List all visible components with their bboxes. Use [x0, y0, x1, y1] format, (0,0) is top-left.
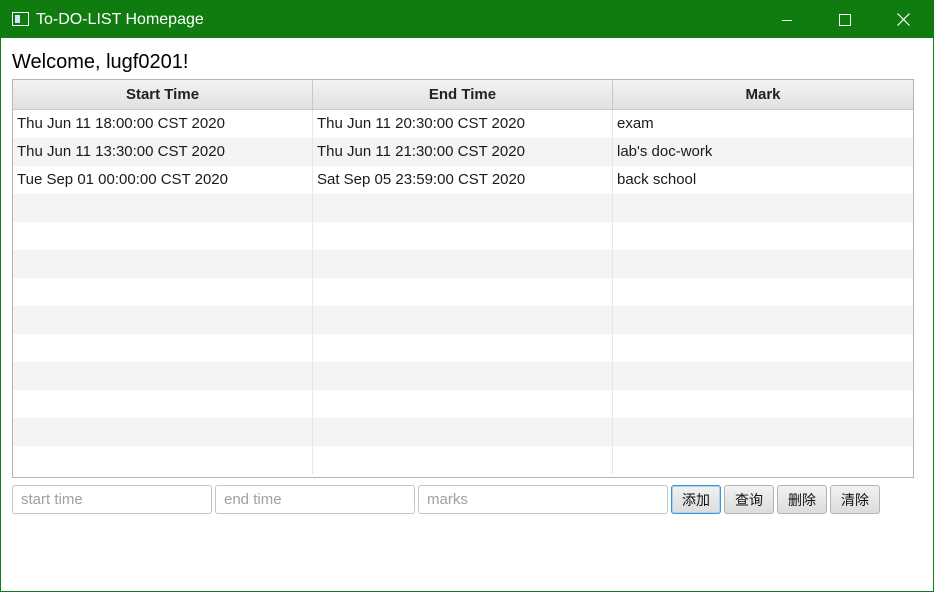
cell-mark: back school	[617, 171, 697, 188]
table-cell-empty	[313, 446, 613, 474]
minimize-icon	[782, 19, 792, 21]
start-time-input[interactable]	[12, 485, 212, 514]
table-row-empty[interactable]	[13, 194, 913, 222]
table-body: Thu Jun 11 18:00:00 CST 2020 Thu Jun 11 …	[13, 110, 913, 474]
cell-mark: exam	[617, 115, 654, 132]
table-cell-empty	[13, 334, 313, 362]
table-row-empty[interactable]	[13, 278, 913, 306]
table-row[interactable]: Thu Jun 11 18:00:00 CST 2020 Thu Jun 11 …	[13, 110, 913, 138]
table-row-empty[interactable]	[13, 446, 913, 474]
welcome-message: Welcome, lugf0201!	[12, 51, 189, 73]
app-window-icon	[12, 12, 29, 26]
table-cell-empty	[13, 390, 313, 418]
table-cell-empty	[13, 362, 313, 390]
window-title: To-DO-LIST Homepage	[36, 11, 204, 28]
table-cell-empty	[13, 418, 313, 446]
table-row-empty[interactable]	[13, 362, 913, 390]
table-row[interactable]: Thu Jun 11 13:30:00 CST 2020 Thu Jun 11 …	[13, 138, 913, 166]
cell-end-time: Thu Jun 11 20:30:00 CST 2020	[313, 110, 613, 138]
table-cell-empty	[13, 194, 313, 222]
end-time-input[interactable]	[215, 485, 415, 514]
table-cell-empty	[613, 390, 913, 418]
table-row-empty[interactable]	[13, 306, 913, 334]
table-cell-empty	[313, 418, 613, 446]
cell-mark: lab's doc-work	[617, 143, 713, 160]
table-cell-empty	[613, 278, 913, 306]
table-cell-empty	[613, 362, 913, 390]
table-cell-empty	[613, 194, 913, 222]
maximize-icon	[839, 13, 851, 26]
table-cell-empty	[613, 418, 913, 446]
table-row-empty[interactable]	[13, 418, 913, 446]
table-row-empty[interactable]	[13, 222, 913, 250]
query-button[interactable]: 查询	[724, 485, 774, 514]
maximize-button[interactable]	[816, 1, 874, 38]
table-cell-empty	[313, 306, 613, 334]
table-cell-empty	[13, 446, 313, 474]
table-cell-empty	[313, 362, 613, 390]
title-bar[interactable]: To-DO-LIST Homepage	[1, 1, 933, 38]
table-row-empty[interactable]	[13, 334, 913, 362]
column-header-end-time[interactable]: End Time	[313, 80, 613, 109]
cell-start-time: Tue Sep 01 00:00:00 CST 2020	[13, 166, 313, 194]
cell-end-time: Sat Sep 05 23:59:00 CST 2020	[313, 166, 613, 194]
close-button[interactable]	[874, 1, 932, 38]
column-header-start-time[interactable]: Start Time	[13, 80, 313, 109]
cell-start-time: Thu Jun 11 18:00:00 CST 2020	[13, 110, 313, 138]
add-button[interactable]: 添加	[671, 485, 721, 514]
table-row[interactable]: Tue Sep 01 00:00:00 CST 2020 Sat Sep 05 …	[13, 166, 913, 194]
table-cell-empty	[313, 250, 613, 278]
todo-table[interactable]: Start Time End Time Mark Thu Jun 11 18:0…	[12, 79, 914, 478]
table-cell-empty	[613, 222, 913, 250]
app-window: To-DO-LIST Homepage Welcome, lugf0201! S…	[0, 0, 934, 592]
table-cell-empty	[613, 306, 913, 334]
table-cell-empty	[313, 194, 613, 222]
clear-button[interactable]: 清除	[830, 485, 880, 514]
table-row-empty[interactable]	[13, 250, 913, 278]
table-cell-empty	[313, 222, 613, 250]
minimize-button[interactable]	[758, 1, 816, 38]
table-cell-empty	[313, 334, 613, 362]
table-cell-empty	[13, 222, 313, 250]
table-cell-empty	[613, 250, 913, 278]
table-header: Start Time End Time Mark	[13, 80, 913, 110]
table-cell-empty	[313, 278, 613, 306]
delete-button[interactable]: 删除	[777, 485, 827, 514]
cell-start-time: Thu Jun 11 13:30:00 CST 2020	[13, 138, 313, 166]
table-cell-empty	[313, 390, 613, 418]
table-cell-empty	[13, 278, 313, 306]
close-icon	[896, 13, 910, 26]
table-cell-empty	[613, 334, 913, 362]
cell-end-time: Thu Jun 11 21:30:00 CST 2020	[313, 138, 613, 166]
table-cell-empty	[13, 250, 313, 278]
table-cell-empty	[13, 306, 313, 334]
table-cell-empty	[613, 446, 913, 474]
table-row-empty[interactable]	[13, 390, 913, 418]
marks-input[interactable]	[418, 485, 668, 514]
column-header-mark[interactable]: Mark	[613, 80, 913, 109]
